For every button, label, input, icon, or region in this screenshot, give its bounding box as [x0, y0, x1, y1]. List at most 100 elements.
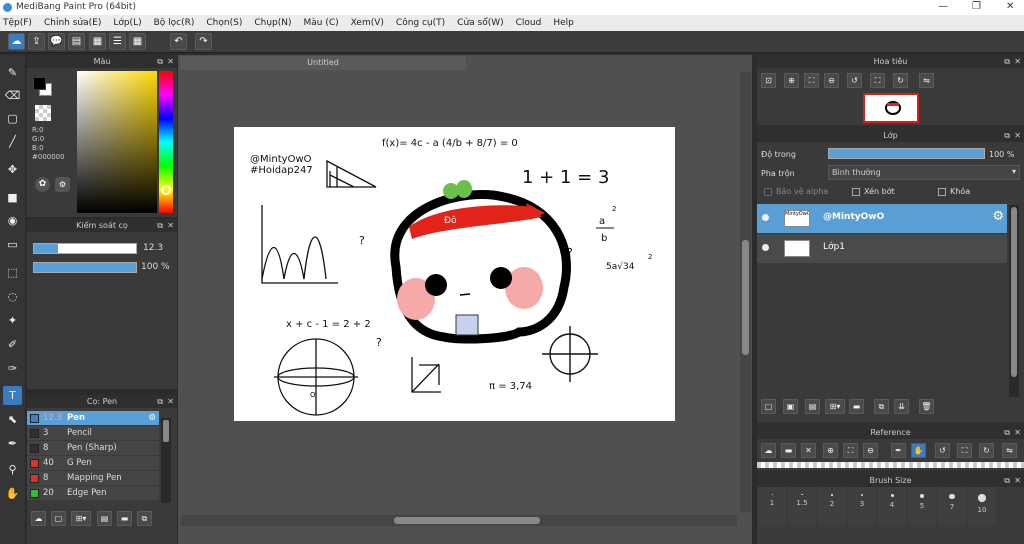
reset-view-icon[interactable]: ⛶	[870, 73, 885, 88]
layer-scrollbar[interactable]	[1009, 205, 1019, 397]
cloud-icon[interactable]: ☁	[8, 33, 25, 50]
gear-icon[interactable]: ⚙	[148, 411, 156, 425]
menu-edit[interactable]: Chỉnh sửa(E)	[44, 18, 101, 28]
divide-tool-icon[interactable]: ✒	[3, 434, 22, 453]
minimize-button[interactable]: —	[938, 1, 948, 12]
eye-icon[interactable]	[762, 214, 769, 221]
zoom-in-icon[interactable]: ⊕	[784, 73, 799, 88]
ref-hand-icon[interactable]: ✋	[911, 443, 926, 458]
ref-eyedropper-icon[interactable]: ✒	[891, 443, 906, 458]
close-icon[interactable]: ✕	[167, 395, 174, 408]
popout-icon[interactable]: ⧉	[1004, 426, 1010, 439]
eyedropper-tool-icon[interactable]: ⚲	[3, 460, 22, 479]
cloud-reference-icon[interactable]: ☁	[761, 443, 776, 458]
close-icon[interactable]: ✕	[1014, 426, 1021, 439]
menu-tools[interactable]: Công cụ(T)	[396, 18, 445, 28]
menu-view[interactable]: Xem(V)	[351, 18, 384, 28]
close-icon[interactable]: ✕	[167, 55, 174, 68]
layer-folder-icon[interactable]: ▬	[849, 399, 864, 414]
move-tool-icon[interactable]: ✥	[3, 160, 22, 179]
add-brush-icon[interactable]: ⊞▾	[71, 511, 91, 526]
brush-size-cell[interactable]: 1	[758, 487, 786, 525]
brush-item[interactable]: 8 Mapping Pen	[27, 471, 159, 485]
duplicate-brush-icon[interactable]: ⧉	[137, 511, 152, 526]
message-icon[interactable]: ▤	[68, 33, 85, 50]
document-icon[interactable]: ▦	[89, 33, 106, 50]
operation-tool-icon[interactable]: ⬉	[3, 410, 22, 429]
brush-item[interactable]: 20 Edge Pen	[27, 486, 159, 500]
brush-folder-icon[interactable]: ▬	[117, 511, 132, 526]
menu-color[interactable]: Màu (C)	[304, 18, 339, 28]
layer-settings-icon[interactable]: ⚙	[992, 209, 1004, 224]
duplicate-layer-icon[interactable]: ⧉	[874, 399, 889, 414]
menu-select[interactable]: Chọn(S)	[206, 18, 242, 28]
close-icon[interactable]: ✕	[1014, 474, 1021, 487]
menu-filter[interactable]: Bộ lọc(R)	[154, 18, 195, 28]
rotate-right-icon[interactable]: ↻	[893, 73, 908, 88]
brush-settings-icon[interactable]: ▤	[97, 511, 112, 526]
eye-icon[interactable]	[762, 244, 769, 251]
ref-reset-icon[interactable]: ⛶	[957, 443, 972, 458]
close-button[interactable]: ✕	[1006, 1, 1014, 12]
transparent-color-swatch[interactable]	[35, 105, 51, 121]
brush-size-slider[interactable]	[33, 243, 137, 254]
brush-size-cell[interactable]: 7	[938, 487, 966, 525]
horizontal-scroll-thumb[interactable]	[394, 517, 540, 524]
clipping-checkbox[interactable]	[852, 188, 860, 196]
popout-icon[interactable]: ⧉	[1004, 129, 1010, 142]
brush-size-cell[interactable]: 1.5	[788, 487, 816, 525]
brush-opacity-slider[interactable]	[33, 262, 137, 273]
brush-size-cell[interactable]: 3	[848, 487, 876, 525]
brush-item[interactable]: 3 Pencil	[27, 426, 159, 440]
navigator-thumbnail[interactable]	[863, 93, 919, 123]
popout-icon[interactable]: ⧉	[1004, 55, 1010, 68]
undo-icon[interactable]: ↶	[170, 33, 187, 50]
add-layer-menu-icon[interactable]: ⊞▾	[825, 399, 845, 414]
menu-cloud[interactable]: Cloud	[516, 18, 542, 28]
layer-row[interactable]: Lớp1	[757, 234, 1007, 263]
ref-zoom-in-icon[interactable]: ⊕	[823, 443, 838, 458]
text-tool-icon[interactable]: T	[3, 386, 22, 405]
lock-checkbox[interactable]	[938, 188, 946, 196]
menu-layer[interactable]: Lớp(L)	[113, 18, 141, 28]
comment-icon[interactable]: 💬	[48, 33, 65, 50]
menu-window[interactable]: Cửa sổ(W)	[457, 18, 503, 28]
new-brush-icon[interactable]: ▢	[51, 511, 66, 526]
eraser-tool-icon[interactable]: ⌫	[3, 86, 22, 105]
foreground-color-swatch[interactable]	[33, 77, 46, 90]
share-icon[interactable]: ⇪	[28, 33, 45, 50]
document-tab[interactable]: Untitled	[180, 56, 466, 70]
brush-list-scrollbar[interactable]	[161, 418, 171, 503]
new-halftone-layer-icon[interactable]: ▣	[783, 399, 798, 414]
vertical-scrollbar[interactable]	[740, 72, 751, 512]
horizontal-scrollbar[interactable]	[181, 515, 737, 526]
ref-rotate-left-icon[interactable]: ↺	[935, 443, 950, 458]
close-icon[interactable]: ✕	[1014, 55, 1021, 68]
color-settings-icon[interactable]: ⚙	[55, 177, 70, 192]
close-reference-icon[interactable]: ✕	[801, 443, 816, 458]
cloud-brush-icon[interactable]: ☁	[31, 511, 46, 526]
list-icon[interactable]: ☰	[109, 33, 126, 50]
open-reference-icon[interactable]: ▬	[781, 443, 796, 458]
brush-item[interactable]: 8 Pen (Sharp)	[27, 441, 159, 455]
brush-size-cell[interactable]: 2	[818, 487, 846, 525]
rotate-left-icon[interactable]: ↺	[847, 73, 862, 88]
redo-icon[interactable]: ↷	[195, 33, 212, 50]
lasso-tool-icon[interactable]: ◌	[3, 287, 22, 306]
blend-mode-select[interactable]: Bình thường ▾	[828, 165, 1020, 180]
ref-rotate-right-icon[interactable]: ↻	[979, 443, 994, 458]
brush-tool-icon[interactable]: ✎	[3, 63, 22, 82]
close-icon[interactable]: ✕	[167, 219, 174, 232]
protect-alpha-checkbox[interactable]	[764, 188, 772, 196]
popout-icon[interactable]: ⧉	[157, 219, 163, 232]
select-eraser-icon[interactable]: ✑	[3, 359, 22, 378]
palette-icon[interactable]: ✿	[35, 177, 50, 192]
saturation-value-field[interactable]	[77, 71, 157, 213]
brush-item[interactable]: 40 G Pen	[27, 456, 159, 470]
menu-help[interactable]: Help	[553, 18, 574, 28]
select-tool-icon[interactable]: ⬚	[3, 263, 22, 282]
grid-icon[interactable]: ▦	[129, 33, 146, 50]
menu-snapshot[interactable]: Chụp(N)	[254, 18, 291, 28]
hand-tool-icon[interactable]: ✋	[3, 484, 22, 503]
brush-size-cell[interactable]: 4	[878, 487, 906, 525]
